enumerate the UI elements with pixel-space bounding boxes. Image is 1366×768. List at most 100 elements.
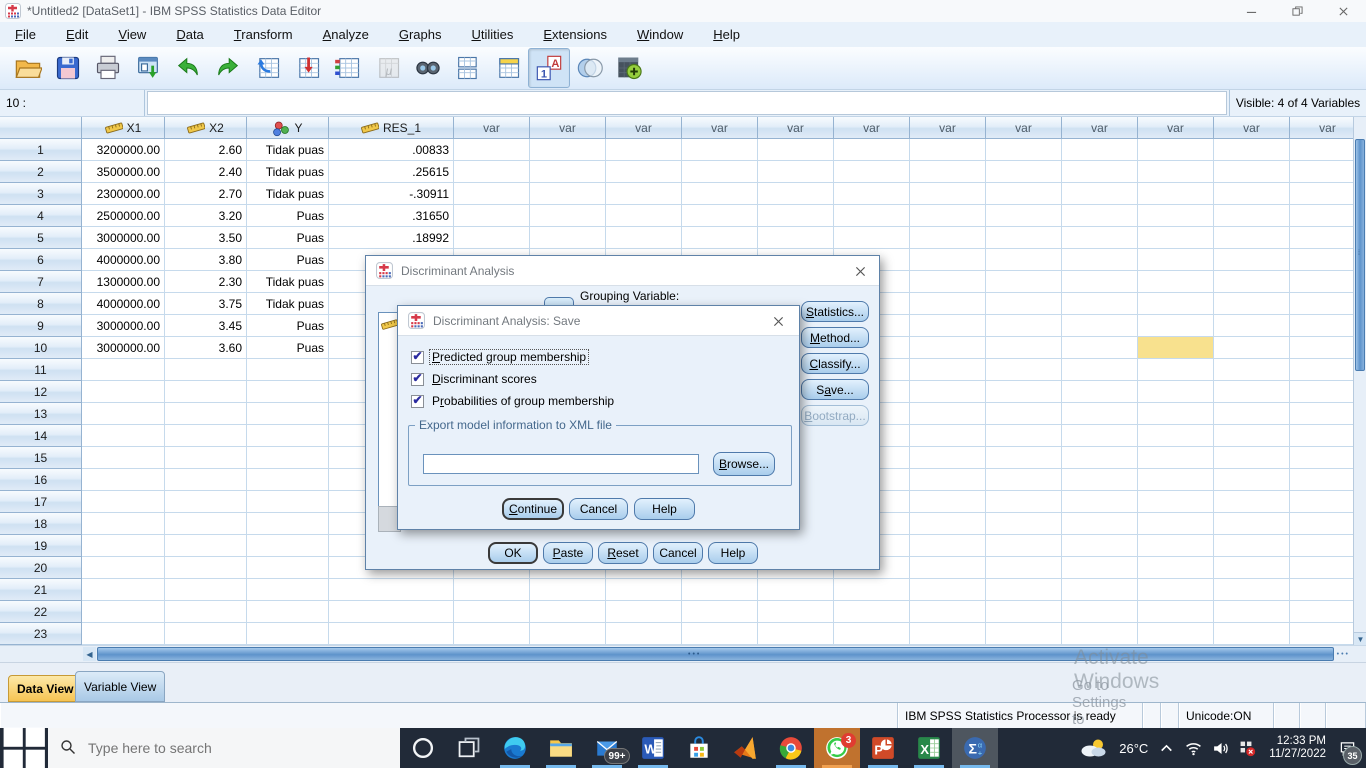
row-number[interactable]: 11 [0, 359, 82, 381]
close-icon[interactable] [1320, 0, 1366, 22]
cell[interactable] [834, 139, 910, 161]
search-input[interactable] [86, 739, 370, 757]
cell[interactable] [758, 227, 834, 249]
row-number[interactable]: 17 [0, 491, 82, 513]
cell[interactable] [1138, 249, 1214, 271]
cell[interactable] [1214, 359, 1290, 381]
column-header-var[interactable]: var [910, 117, 986, 139]
cell[interactable] [986, 293, 1062, 315]
cell[interactable]: Puas [247, 315, 329, 337]
cell[interactable] [1062, 557, 1138, 579]
cell[interactable]: Tidak puas [247, 183, 329, 205]
cell[interactable] [682, 139, 758, 161]
ok-button[interactable]: OK [488, 542, 538, 564]
cell[interactable] [1138, 359, 1214, 381]
column-header-var[interactable]: var [606, 117, 682, 139]
cell[interactable]: Puas [247, 337, 329, 359]
column-header-var[interactable]: var [758, 117, 834, 139]
minimize-icon[interactable] [1228, 0, 1274, 22]
checkbox-3[interactable]: ✔ [411, 394, 424, 408]
cell[interactable] [1062, 601, 1138, 623]
cell[interactable] [1214, 337, 1290, 359]
dialog-title-bar[interactable]: Discriminant Analysis [366, 256, 879, 286]
cell[interactable] [986, 227, 1062, 249]
cell[interactable] [247, 491, 329, 513]
row-number[interactable]: 20 [0, 557, 82, 579]
cell[interactable] [329, 623, 454, 645]
cell[interactable] [910, 227, 986, 249]
cell[interactable] [1214, 601, 1290, 623]
cell[interactable] [1214, 161, 1290, 183]
cell[interactable] [530, 579, 606, 601]
row-number[interactable]: 10 [0, 337, 82, 359]
cell[interactable] [1214, 205, 1290, 227]
cell[interactable] [247, 381, 329, 403]
cell[interactable] [1214, 469, 1290, 491]
column-header-var[interactable]: var [1138, 117, 1214, 139]
cell[interactable] [910, 535, 986, 557]
cell[interactable] [165, 557, 247, 579]
row-number[interactable]: 15 [0, 447, 82, 469]
cell[interactable] [165, 579, 247, 601]
cell[interactable] [1138, 403, 1214, 425]
cell[interactable] [834, 579, 910, 601]
cell[interactable] [910, 183, 986, 205]
column-header-y[interactable]: Y [247, 117, 329, 139]
cell[interactable] [1214, 535, 1290, 557]
dialog-close-icon[interactable] [769, 313, 787, 329]
row-number[interactable]: 23 [0, 623, 82, 645]
cancel-button[interactable]: Cancel [653, 542, 703, 564]
cell[interactable]: 2.60 [165, 139, 247, 161]
open-data-icon[interactable] [8, 49, 48, 87]
cell[interactable] [606, 579, 682, 601]
cell[interactable] [1138, 425, 1214, 447]
cell[interactable] [986, 381, 1062, 403]
cell[interactable] [1214, 557, 1290, 579]
cell[interactable] [682, 623, 758, 645]
cell[interactable] [910, 205, 986, 227]
store-icon[interactable] [676, 728, 722, 768]
cancel-button[interactable]: Cancel [569, 498, 628, 520]
restore-icon[interactable] [1274, 0, 1320, 22]
show-all-variables-icon[interactable] [610, 49, 650, 87]
cell[interactable]: .00833 [329, 139, 454, 161]
vertical-scrollbar[interactable]: ⁞ ▼ [1353, 117, 1366, 645]
cell[interactable] [1138, 601, 1214, 623]
cell[interactable] [834, 183, 910, 205]
cell[interactable] [530, 227, 606, 249]
vertical-scrollbar-thumb[interactable]: ⁞ [1355, 139, 1365, 371]
cell[interactable] [1062, 315, 1138, 337]
cell[interactable] [82, 469, 165, 491]
column-header-var[interactable]: var [1062, 117, 1138, 139]
cell[interactable] [1214, 293, 1290, 315]
cell[interactable]: 2300000.00 [82, 183, 165, 205]
cell[interactable]: 3000000.00 [82, 227, 165, 249]
cell[interactable] [1062, 579, 1138, 601]
cell[interactable] [247, 469, 329, 491]
whatsapp-icon[interactable]: 3 [814, 728, 860, 768]
row-number[interactable]: 3 [0, 183, 82, 205]
cell[interactable] [329, 579, 454, 601]
cell[interactable] [986, 513, 1062, 535]
weight-cases-icon[interactable] [488, 49, 528, 87]
cell[interactable]: 3.50 [165, 227, 247, 249]
cell[interactable] [530, 183, 606, 205]
cell[interactable] [1062, 425, 1138, 447]
menu-transform[interactable]: Transform [219, 24, 308, 45]
cell[interactable] [82, 535, 165, 557]
cell[interactable] [682, 227, 758, 249]
redo-icon[interactable] [208, 49, 248, 87]
cell[interactable] [1138, 469, 1214, 491]
cell[interactable] [1062, 623, 1138, 645]
cell[interactable] [1138, 139, 1214, 161]
cell[interactable] [82, 425, 165, 447]
cell[interactable] [682, 579, 758, 601]
dialog-title-bar[interactable]: Discriminant Analysis: Save [398, 306, 799, 336]
cell[interactable] [454, 579, 530, 601]
cell[interactable] [910, 403, 986, 425]
undo-icon[interactable] [168, 49, 208, 87]
cell[interactable] [247, 513, 329, 535]
cell[interactable] [986, 271, 1062, 293]
row-number[interactable]: 5 [0, 227, 82, 249]
word-icon[interactable]: W [630, 728, 676, 768]
